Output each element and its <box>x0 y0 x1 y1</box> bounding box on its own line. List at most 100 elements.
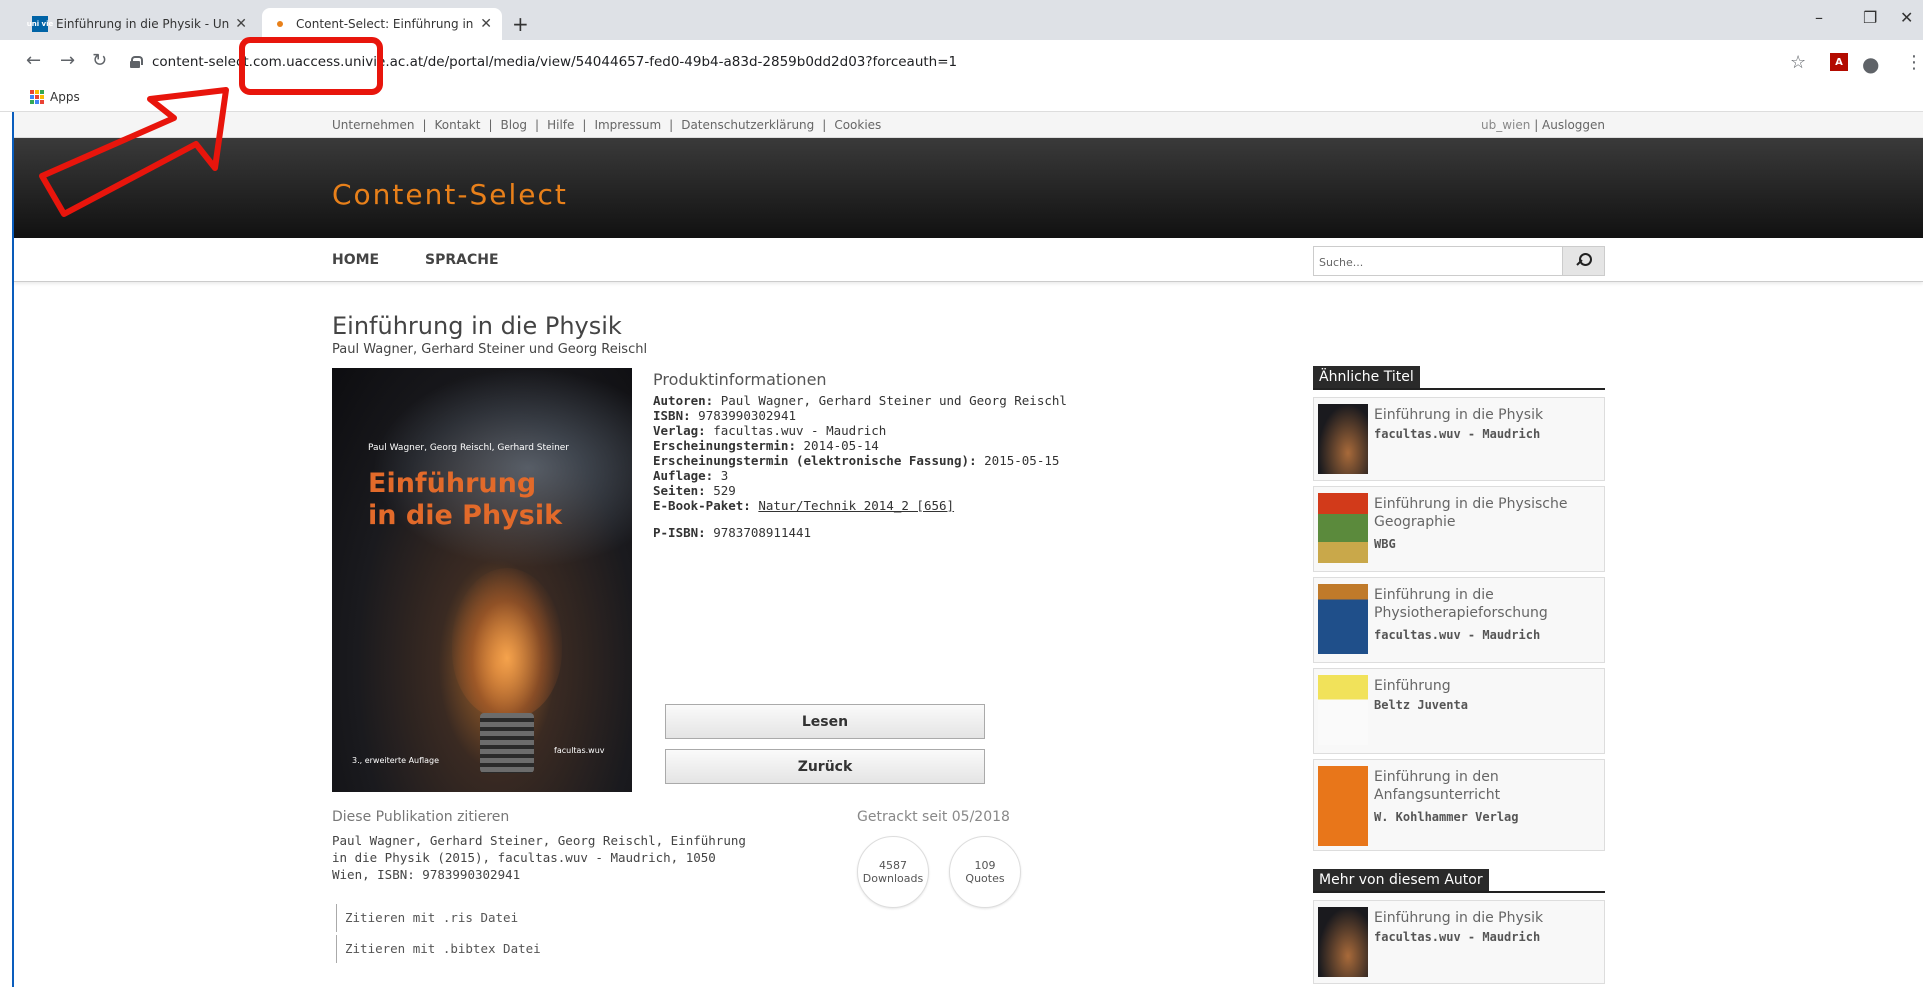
citation-text: Paul Wagner, Gerhard Steiner, Georg Reis… <box>332 833 746 882</box>
search-icon <box>1576 253 1592 269</box>
similar-title-card[interactable]: Einführung in die Physik facultas.wuv - … <box>1313 397 1605 481</box>
separator: | <box>669 118 674 132</box>
close-tab-icon[interactable]: ✕ <box>235 16 247 32</box>
browser-tab-bar: uni vie Einführung in die Physik - Unive… <box>0 0 1923 40</box>
link-datenschutz[interactable]: Datenschutzerklärung <box>681 118 814 132</box>
browser-tab[interactable]: uni vie Einführung in die Physik - Unive… <box>22 8 257 40</box>
link-unternehmen[interactable]: Unternehmen <box>332 118 414 132</box>
thumbnail <box>1318 493 1368 563</box>
apps-label: Apps <box>50 90 80 104</box>
author-title-card[interactable]: Einführung in die Physik facultas.wuv - … <box>1313 900 1605 984</box>
separator: | <box>582 118 587 132</box>
thumbnail <box>1318 404 1368 474</box>
restore-icon[interactable]: ❐ <box>1863 8 1877 27</box>
info-row-e-release: Erscheinungstermin (elektronische Fassun… <box>653 453 1060 468</box>
back-icon[interactable]: ← <box>26 50 41 71</box>
info-row-authors: Autoren: Paul Wagner, Gerhard Steiner un… <box>653 393 1067 408</box>
card-publisher: facultas.wuv - Maudrich <box>1374 628 1541 642</box>
link-hilfe[interactable]: Hilfe <box>547 118 574 132</box>
link-impressum[interactable]: Impressum <box>594 118 661 132</box>
info-row-release: Erscheinungstermin: 2014-05-14 <box>653 438 879 453</box>
bookmark-star-icon[interactable]: ☆ <box>1790 52 1806 73</box>
thumbnail <box>1318 584 1368 654</box>
content-select-icon <box>272 16 288 32</box>
cite-ris-link[interactable]: Zitieren mit .ris Datei <box>336 904 518 932</box>
separator: | <box>488 118 493 132</box>
minimize-icon[interactable]: – <box>1815 8 1823 27</box>
info-row-pages: Seiten: 529 <box>653 483 736 498</box>
site-logo[interactable]: Content-Select <box>332 178 568 211</box>
separator: | <box>1534 118 1543 132</box>
similar-title-card[interactable]: Einführung Beltz Juventa <box>1313 668 1605 754</box>
search-button[interactable] <box>1562 247 1604 275</box>
card-title: Einführung in die Physik <box>1374 910 1544 926</box>
link-kontakt[interactable]: Kontakt <box>435 118 481 132</box>
book-cover-image: Paul Wagner, Georg Reischl, Gerhard Stei… <box>332 368 632 792</box>
back-button[interactable]: Zurück <box>665 749 985 784</box>
close-window-icon[interactable]: ✕ <box>1900 8 1913 27</box>
separator: | <box>422 118 427 132</box>
thumbnail <box>1318 907 1368 977</box>
citation-heading: Diese Publikation zitieren <box>332 809 510 825</box>
product-info-heading: Produktinformationen <box>653 370 827 389</box>
card-publisher: WBG <box>1374 537 1396 551</box>
product-info: Produktinformationen Autoren: Paul Wagne… <box>653 370 1113 541</box>
pdf-extension-icon[interactable]: A <box>1830 53 1848 71</box>
search-box[interactable]: Suche... <box>1313 246 1605 276</box>
cite-bibtex-link[interactable]: Zitieren mit .bibtex Datei <box>336 935 541 963</box>
package-link[interactable]: Natur/Technik 2014_2 [656] <box>758 498 954 513</box>
close-tab-icon[interactable]: ✕ <box>480 16 492 32</box>
similar-title-card[interactable]: Einführung in die Physiotherapieforschun… <box>1313 577 1605 663</box>
bookmarks-bar: Apps <box>0 84 1923 112</box>
read-button[interactable]: Lesen <box>665 704 985 739</box>
menu-icon[interactable]: ⋮ <box>1905 52 1923 73</box>
cover-authors: Paul Wagner, Georg Reischl, Gerhard Stei… <box>368 443 570 453</box>
url-text: content-select.com.uaccess.univie.ac.at/… <box>152 54 958 70</box>
card-title: Einführung in die Physiotherapieforschun… <box>1374 587 1548 621</box>
info-row-publisher: Verlag: facultas.wuv - Maudrich <box>653 423 887 438</box>
card-title: Einführung <box>1374 678 1451 694</box>
more-by-author-heading: Mehr von diesem Autor <box>1313 869 1605 893</box>
search-input[interactable]: Suche... <box>1319 256 1363 269</box>
profile-icon[interactable]: ● <box>1862 52 1879 76</box>
cover-bulb <box>452 568 562 718</box>
info-row-edition: Auflage: 3 <box>653 468 729 483</box>
similar-title-card[interactable]: Einführung in die Physische Geographie W… <box>1313 486 1605 572</box>
apps-grid-icon <box>30 90 44 104</box>
browser-tab-active[interactable]: Content-Select: Einführung in die ✕ <box>262 8 502 40</box>
address-bar[interactable]: content-select.com.uaccess.univie.ac.at/… <box>120 46 1760 78</box>
card-publisher: Beltz Juventa <box>1374 698 1468 712</box>
site-header: Content-Select <box>14 138 1923 238</box>
cover-title-line: Einführung <box>368 468 537 499</box>
cover-publisher: facultas.wuv <box>554 746 605 755</box>
card-publisher: facultas.wuv - Maudrich <box>1374 427 1541 441</box>
cover-bulb-base <box>480 713 534 773</box>
similar-title-card[interactable]: Einführung in den Anfangsunterricht W. K… <box>1313 759 1605 851</box>
nav-home[interactable]: HOME <box>332 252 379 268</box>
thumbnail <box>1318 675 1368 745</box>
apps-shortcut[interactable]: Apps <box>30 90 80 104</box>
nav-language[interactable]: SPRACHE <box>425 252 499 268</box>
link-blog[interactable]: Blog <box>501 118 528 132</box>
browser-toolbar: ← → ↻ content-select.com.uaccess.univie.… <box>0 40 1923 84</box>
info-row-isbn: ISBN: 9783990302941 <box>653 408 797 423</box>
downloads-label: Downloads <box>862 872 924 885</box>
downloads-value: 4587 <box>879 859 907 872</box>
top-links-bar: Unternehmen | Kontakt | Blog | Hilfe | Impre… <box>14 112 1923 138</box>
link-cookies[interactable]: Cookies <box>834 118 881 132</box>
username: ub_wien <box>1481 118 1531 132</box>
reload-icon[interactable]: ↻ <box>92 50 107 71</box>
tab-title: Einführung in die Physik - Univer <box>56 17 230 31</box>
tab-title: Content-Select: Einführung in die <box>296 17 474 31</box>
tracking-heading: Getrackt seit 05/2018 <box>857 809 1010 825</box>
card-publisher: facultas.wuv - Maudrich <box>1374 930 1541 944</box>
cover-title: Einführung in die Physik <box>368 468 562 532</box>
card-title: Einführung in die Physische Geographie <box>1374 496 1568 530</box>
forward-icon[interactable]: → <box>60 50 75 71</box>
new-tab-button[interactable]: + <box>512 12 529 36</box>
logout-link[interactable]: Ausloggen <box>1542 118 1605 132</box>
quotes-label: Quotes <box>965 872 1005 885</box>
web-page: Unternehmen | Kontakt | Blog | Hilfe | Impre… <box>12 112 1923 987</box>
separator: | <box>535 118 540 132</box>
cover-edition: 3., erweiterte Auflage <box>352 756 440 765</box>
